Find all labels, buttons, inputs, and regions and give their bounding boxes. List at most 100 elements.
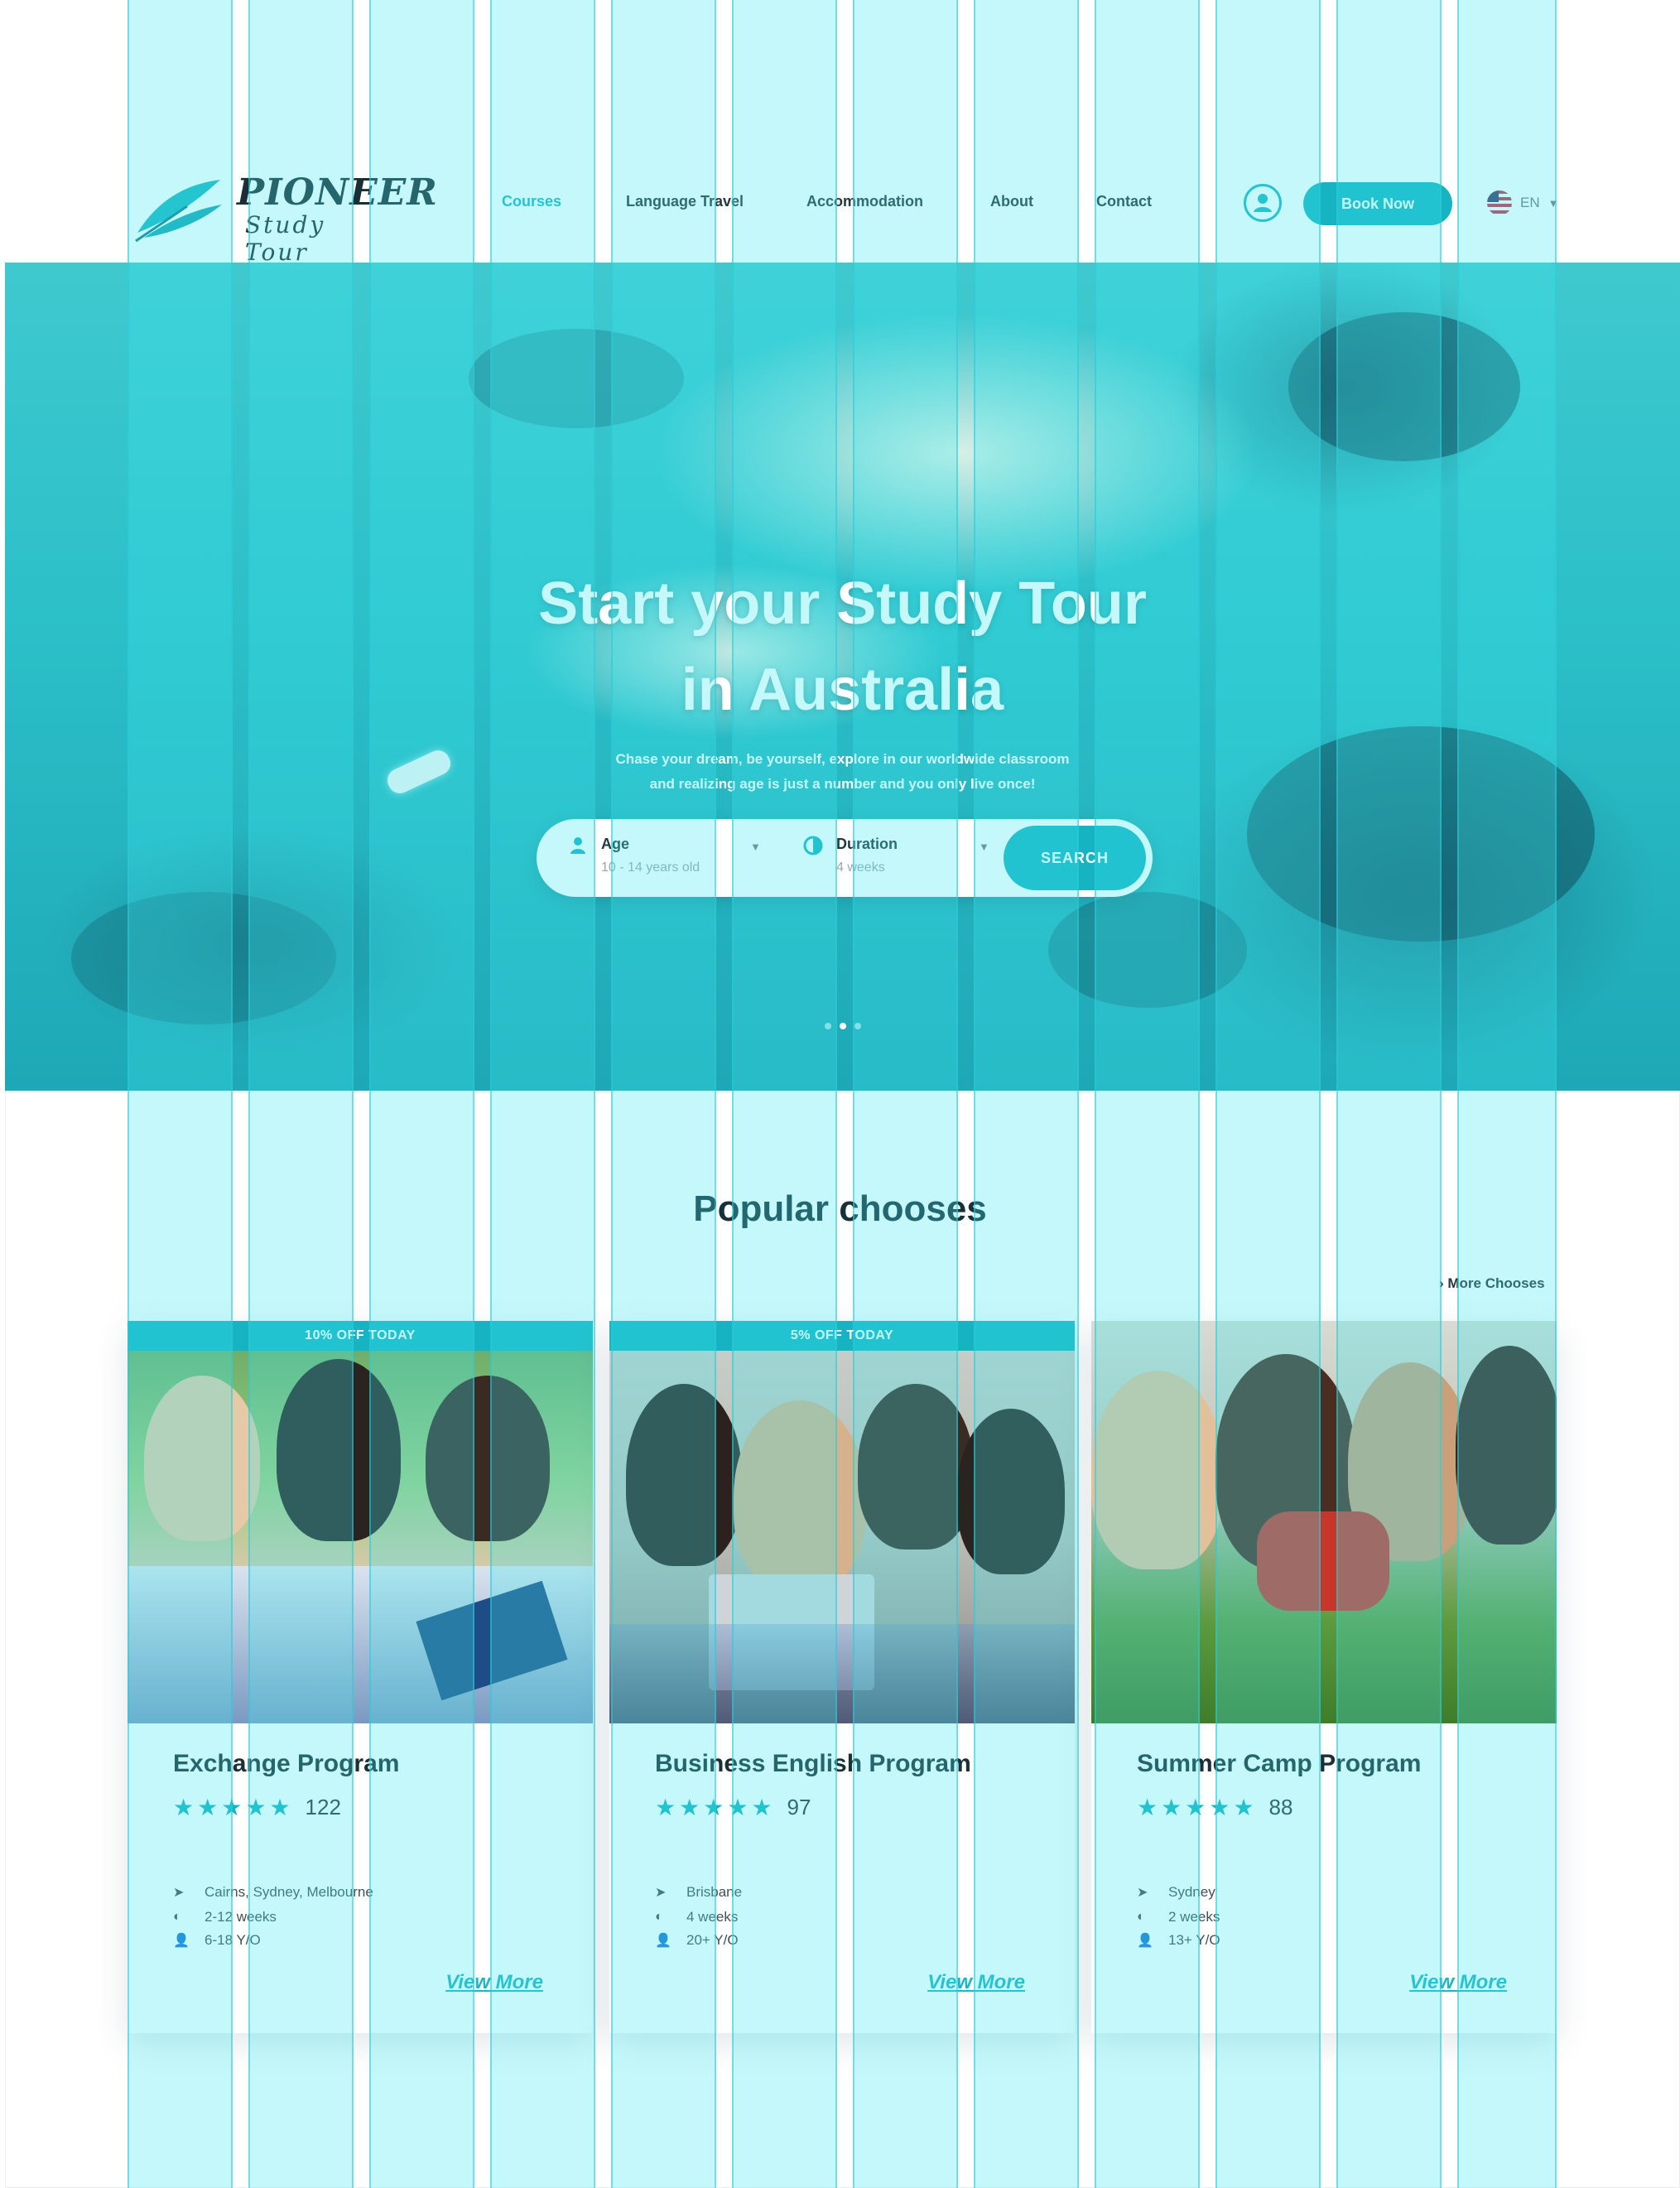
slider-dot[interactable] bbox=[824, 1023, 831, 1029]
star-icon: ★ bbox=[703, 1794, 724, 1820]
hero-subtitle-line1: Chase your dream, be yourself, explore i… bbox=[615, 751, 1070, 767]
meta-age: 👤 20+ Y/O bbox=[655, 1932, 739, 1949]
search-bar: Age 10 - 14 years old ▼ Duration 4 weeks… bbox=[537, 819, 1153, 897]
meta-duration-text: 2-12 weeks bbox=[205, 1909, 277, 1925]
photo-person bbox=[957, 1409, 1065, 1574]
photo-foreground bbox=[609, 1624, 1075, 1723]
nav-accommodation[interactable]: Accommodation bbox=[806, 193, 923, 210]
meta-duration-text: 2 weeks bbox=[1168, 1909, 1220, 1925]
nav-courses[interactable]: Courses bbox=[502, 193, 561, 210]
star-icon: ★ bbox=[221, 1794, 243, 1820]
reef-shape bbox=[1288, 312, 1520, 461]
meta-age-text: 6-18 Y/O bbox=[205, 1932, 261, 1948]
meta-location: ➤ Brisbane bbox=[655, 1884, 742, 1901]
photo-person bbox=[277, 1359, 401, 1541]
logo[interactable]: PIONEER Study Tour bbox=[129, 168, 437, 266]
discount-badge: 10% OFF TODAY bbox=[128, 1321, 593, 1351]
star-icon: ★ bbox=[751, 1794, 773, 1820]
meta-age-text: 20+ Y/O bbox=[686, 1932, 739, 1948]
star-icon: ★ bbox=[655, 1794, 676, 1820]
meta-location: ➤ Cairns, Sydney, Melbourne bbox=[173, 1884, 373, 1901]
duration-select[interactable]: Duration 4 weeks ▼ bbox=[803, 834, 1002, 884]
person-icon: 👤 bbox=[173, 1934, 190, 1948]
logo-title: PIONEER bbox=[237, 171, 438, 214]
star-icon: ★ bbox=[269, 1794, 291, 1820]
discount-badge: 5% OFF TODAY bbox=[609, 1321, 1075, 1351]
meta-age: 👤 13+ Y/O bbox=[1137, 1932, 1220, 1949]
slider-dots bbox=[5, 1023, 1680, 1029]
age-select[interactable]: Age 10 - 14 years old ▼ bbox=[568, 834, 783, 884]
location-arrow-icon: ➤ bbox=[1137, 1886, 1148, 1900]
reef-shape bbox=[469, 329, 684, 428]
star-icon: ★ bbox=[1161, 1794, 1182, 1820]
hero-title: Start your Study Tour in Australia bbox=[5, 561, 1680, 733]
photo-person bbox=[626, 1384, 742, 1566]
star-icon: ★ bbox=[1233, 1794, 1254, 1820]
meta-location-text: Cairns, Sydney, Melbourne bbox=[205, 1884, 373, 1900]
view-more-link[interactable]: View More bbox=[927, 1971, 1025, 1994]
hero-subtitle: Chase your dream, be yourself, explore i… bbox=[5, 747, 1680, 797]
nav-language-travel[interactable]: Language Travel bbox=[626, 193, 744, 210]
photo-person bbox=[734, 1400, 866, 1591]
section-title: Popular chooses bbox=[693, 1188, 987, 1229]
view-more-link[interactable]: View More bbox=[445, 1971, 543, 1994]
review-count: 122 bbox=[305, 1795, 341, 1819]
meta-age: 👤 6-18 Y/O bbox=[173, 1932, 261, 1949]
card-photo bbox=[1091, 1321, 1557, 1723]
person-icon: 👤 bbox=[1137, 1934, 1153, 1948]
reef-shape bbox=[71, 892, 336, 1024]
more-chooses-label: More Chooses bbox=[1447, 1275, 1545, 1291]
language-label: EN bbox=[1520, 195, 1540, 210]
clock-icon bbox=[803, 836, 823, 855]
location-arrow-icon: ➤ bbox=[655, 1886, 667, 1900]
slider-dot-active[interactable] bbox=[839, 1023, 846, 1029]
card-title: Summer Camp Program bbox=[1137, 1750, 1422, 1777]
us-flag-icon bbox=[1487, 190, 1512, 215]
card-photo bbox=[609, 1351, 1075, 1723]
meta-duration-text: 4 weeks bbox=[686, 1909, 739, 1925]
photo-person bbox=[858, 1384, 974, 1549]
more-chooses-link[interactable]: › More Chooses bbox=[1439, 1275, 1545, 1292]
program-card[interactable]: 5% OFF TODAY Business English Program ★ … bbox=[609, 1321, 1075, 2033]
star-icon: ★ bbox=[727, 1794, 749, 1820]
meta-duration: ◐ 2 weeks bbox=[1137, 1909, 1220, 1925]
photo-person bbox=[144, 1376, 260, 1541]
slider-dot[interactable] bbox=[854, 1023, 861, 1029]
hero-subtitle-line2: and realizing age is just a number and y… bbox=[649, 776, 1036, 792]
chevron-down-icon: ▼ bbox=[1548, 196, 1559, 210]
review-count: 88 bbox=[1268, 1795, 1293, 1819]
meta-location: ➤ Sydney bbox=[1137, 1884, 1215, 1901]
meta-location-text: Sydney bbox=[1168, 1884, 1215, 1900]
nav-about[interactable]: About bbox=[990, 193, 1033, 210]
meta-age-text: 13+ Y/O bbox=[1168, 1932, 1220, 1948]
program-card[interactable]: 10% OFF TODAY Exchange Program ★ ★ ★ ★ ★… bbox=[128, 1321, 593, 2033]
star-rating: ★ ★ ★ ★ ★ 122 bbox=[173, 1795, 341, 1820]
nav-contact[interactable]: Contact bbox=[1096, 193, 1152, 210]
meta-duration: ◐ 2-12 weeks bbox=[173, 1909, 277, 1925]
photo-person bbox=[426, 1376, 550, 1541]
duration-value: 4 weeks bbox=[836, 860, 885, 875]
language-selector[interactable]: EN ▼ bbox=[1487, 190, 1559, 215]
card-title: Exchange Program bbox=[173, 1750, 400, 1777]
view-more-link[interactable]: View More bbox=[1409, 1971, 1507, 1994]
meta-location-text: Brisbane bbox=[686, 1884, 743, 1900]
photo-person bbox=[1456, 1346, 1557, 1545]
search-button[interactable]: SEARCH bbox=[1004, 826, 1146, 890]
program-card[interactable]: Summer Camp Program ★ ★ ★ ★ ★ 88 ➤ Sydney… bbox=[1091, 1321, 1557, 2033]
star-rating: ★ ★ ★ ★ ★ 97 bbox=[655, 1795, 811, 1820]
clock-icon: ◐ bbox=[1137, 1910, 1145, 1924]
book-now-button[interactable]: Book Now bbox=[1303, 182, 1452, 225]
logo-subtitle: Study Tour bbox=[245, 211, 326, 266]
user-circle-icon[interactable] bbox=[1244, 184, 1282, 222]
clock-icon: ◐ bbox=[173, 1910, 181, 1924]
card-title: Business English Program bbox=[655, 1750, 971, 1777]
chevron-down-icon: ▼ bbox=[979, 841, 989, 853]
reef-shape bbox=[1048, 892, 1247, 1008]
age-value: 10 - 14 years old bbox=[601, 860, 700, 875]
star-icon: ★ bbox=[245, 1794, 267, 1820]
star-icon: ★ bbox=[197, 1794, 219, 1820]
hero-title-line2: in Australia bbox=[681, 657, 1004, 723]
star-icon: ★ bbox=[1137, 1794, 1158, 1820]
star-rating: ★ ★ ★ ★ ★ 88 bbox=[1137, 1795, 1292, 1820]
site-header: PIONEER Study Tour Courses Language Trav… bbox=[5, 145, 1680, 266]
